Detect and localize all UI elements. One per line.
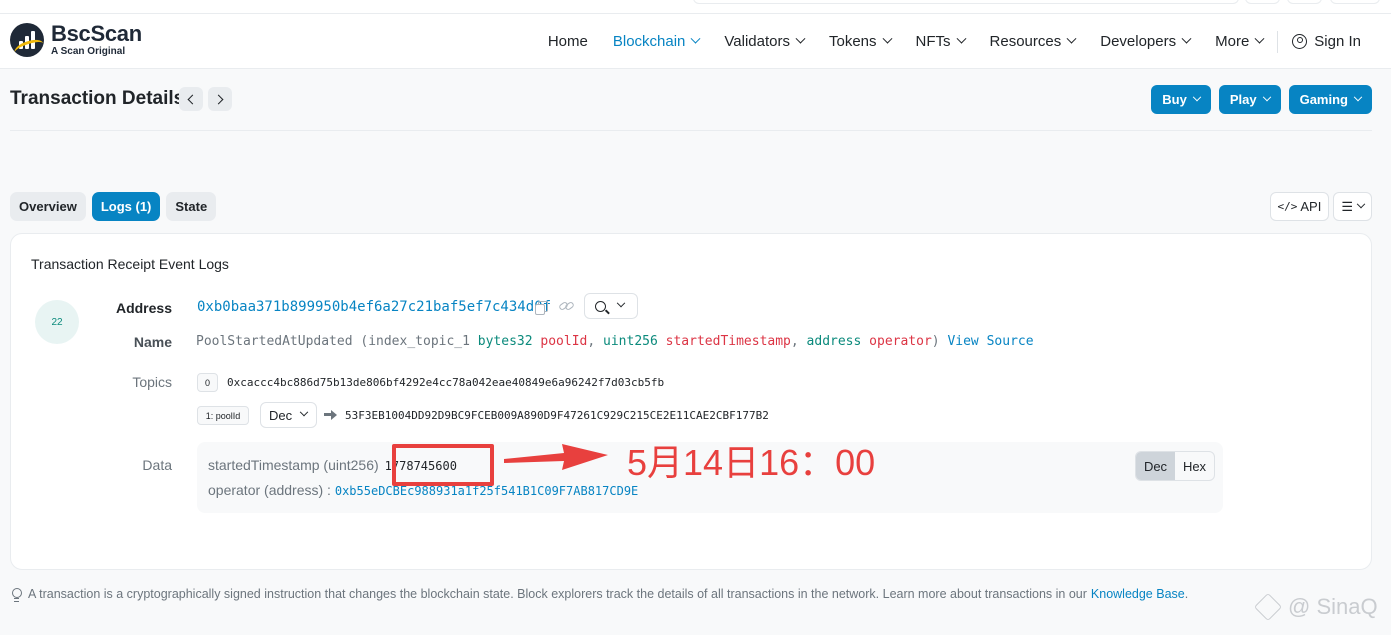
event-signature: PoolStartedAtUpdated (index_topic_1 byte…	[196, 334, 1034, 349]
topic-1-value: 53F3EB1004DD92D9BC9FCEB009A890D9F47261C9…	[345, 409, 769, 422]
top-control-edge[interactable]	[1287, 0, 1322, 4]
chevron-down-icon	[956, 33, 966, 44]
chevron-down-icon	[1356, 199, 1366, 208]
top-strip	[0, 0, 1391, 14]
topic-index-badge: 1: poolId	[197, 406, 249, 425]
dec-toggle-button[interactable]: Dec	[1136, 452, 1175, 480]
operator-address-link[interactable]: 0xb55eDCBEc988931a1f25f541B1C09F7AB817CD…	[335, 484, 638, 498]
magnifier-plus-icon	[595, 300, 606, 312]
nav-validators[interactable]: Validators	[724, 33, 806, 50]
nav-resources[interactable]: Resources	[990, 33, 1077, 50]
name-label: Name	[133, 334, 172, 350]
contract-address-link[interactable]: 0xb0baa371b899950b4ef6a27c21baf5ef7c434d…	[197, 299, 551, 315]
tab-logs[interactable]: Logs (1)	[91, 192, 161, 221]
main-nav: Home Blockchain Validators Tokens NFTs R…	[523, 14, 1361, 69]
search-bar-edge[interactable]	[693, 0, 1239, 4]
title-row: Transaction Details Buy Play Gaming	[10, 85, 1372, 115]
tab-overview[interactable]: Overview	[10, 192, 86, 221]
topic-index-badge: 0	[197, 373, 218, 392]
play-button[interactable]: Play	[1218, 85, 1281, 114]
bscscan-logo-icon	[10, 23, 44, 57]
chevron-right-icon	[213, 94, 224, 104]
user-circle-icon	[1292, 34, 1308, 49]
topic-format-select[interactable]: Dec	[260, 402, 317, 428]
nav-home[interactable]: Home	[548, 33, 588, 50]
page-title: Transaction Details	[10, 88, 185, 109]
knowledge-base-link[interactable]: Knowledge Base	[1091, 587, 1185, 601]
nav-divider	[1277, 30, 1279, 53]
chevron-down-icon	[1262, 92, 1271, 101]
chevron-down-icon	[882, 33, 892, 44]
event-logs-card: Transaction Receipt Event Logs 22 Addres…	[10, 233, 1372, 570]
nav-nfts[interactable]: NFTs	[916, 33, 966, 50]
lightbulb-icon	[10, 587, 22, 602]
prev-transaction-button[interactable]	[179, 87, 203, 111]
watermark-logo-icon	[1253, 592, 1283, 622]
footer-note: A transaction is a cryptographically sig…	[10, 587, 1188, 602]
annotation-arrow-icon	[504, 444, 608, 470]
top-control-edge[interactable]	[1245, 0, 1280, 4]
copy-icon[interactable]	[535, 301, 548, 315]
buy-button[interactable]: Buy	[1151, 85, 1211, 114]
hex-toggle-button[interactable]: Hex	[1175, 452, 1214, 480]
site-header: BscScan A Scan Original Home Blockchain …	[0, 14, 1391, 69]
chevron-down-icon	[1192, 92, 1202, 101]
divider	[10, 130, 1372, 131]
chevron-left-icon	[187, 94, 198, 104]
api-button[interactable]: </> API	[1269, 192, 1330, 221]
card-title: Transaction Receipt Event Logs	[31, 256, 229, 272]
address-search-dropdown[interactable]	[584, 293, 638, 319]
chevron-down-icon	[1254, 33, 1265, 44]
chevron-down-icon	[795, 33, 806, 44]
gaming-button[interactable]: Gaming	[1288, 85, 1372, 114]
logo-name: BscScan	[51, 21, 142, 46]
code-icon: </>	[1277, 200, 1298, 213]
nav-tokens[interactable]: Tokens	[829, 33, 892, 50]
chevron-down-icon	[1353, 92, 1363, 101]
top-control-edge[interactable]	[1330, 0, 1380, 4]
topic-0-value: 0xcaccc4bc886d75b13de806bf4292e4cc78a042…	[227, 376, 665, 389]
chevron-down-icon	[616, 298, 626, 308]
chevron-down-icon	[299, 407, 309, 417]
arrow-right-icon	[324, 410, 338, 420]
annotation-highlight-box	[392, 444, 494, 486]
logo-tagline: A Scan Original	[51, 46, 126, 57]
nav-more[interactable]: More	[1215, 33, 1265, 50]
dec-hex-toggle: Dec Hex	[1135, 451, 1215, 481]
link-icon[interactable]	[558, 300, 575, 313]
view-source-link[interactable]: View Source	[947, 334, 1033, 349]
tab-bar: Overview Logs (1) State	[10, 192, 222, 221]
sign-in-link[interactable]: Sign In	[1292, 33, 1361, 50]
tab-tools: </> API ☰	[1266, 192, 1372, 221]
chevron-down-icon	[690, 33, 701, 44]
chevron-down-icon	[1181, 33, 1192, 44]
bscscan-logo[interactable]: BscScan A Scan Original	[10, 23, 142, 57]
list-check-icon: ☰	[1341, 198, 1353, 214]
nav-blockchain[interactable]: Blockchain	[613, 33, 701, 50]
watermark: @ SinaQ	[1253, 592, 1378, 622]
list-options-button[interactable]: ☰	[1333, 192, 1372, 221]
address-label: Address	[115, 300, 172, 316]
tab-state[interactable]: State	[166, 192, 217, 221]
data-label: Data	[142, 457, 172, 473]
topics-label: Topics	[132, 374, 172, 390]
annotation-text: 5月14日16：00	[627, 442, 876, 483]
chevron-down-icon	[1066, 33, 1077, 44]
next-transaction-button[interactable]	[208, 87, 232, 111]
nav-developers[interactable]: Developers	[1100, 33, 1192, 50]
